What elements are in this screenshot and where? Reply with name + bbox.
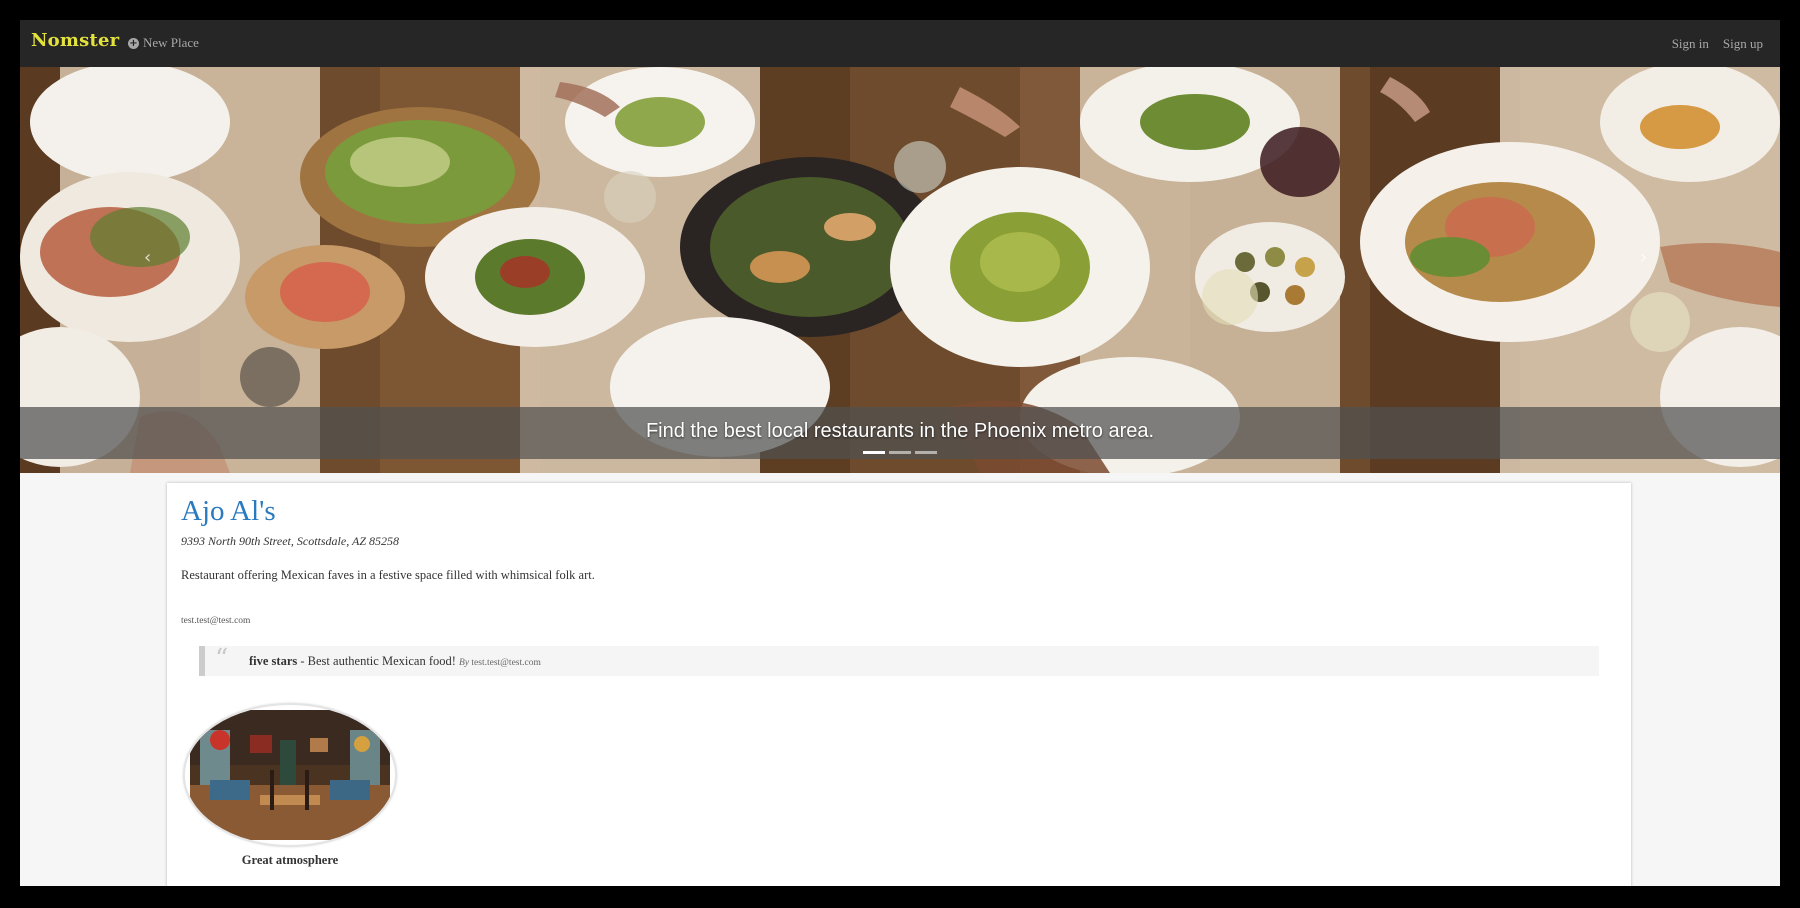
sign-up-link[interactable]: Sign up: [1723, 36, 1763, 52]
carousel-caption: Find the best local restaurants in the P…: [645, 420, 1155, 442]
new-place-link[interactable]: + New Place: [128, 35, 199, 51]
plus-circle-icon: +: [128, 37, 139, 49]
chevron-right-icon[interactable]: ›: [1640, 247, 1647, 268]
top-navbar: Nomster + New Place Sign in Sign up: [20, 20, 1780, 68]
place-name: Ajo Al's: [181, 495, 276, 527]
review-by-label: By: [459, 658, 470, 668]
quote-icon: “: [215, 644, 229, 674]
review-blockquote: “ five stars - Best authentic Mexican fo…: [199, 644, 1599, 676]
review-rating: five stars: [249, 654, 298, 668]
carousel-indicator-2[interactable]: [889, 451, 911, 454]
place-description: Restaurant offering Mexican faves in a f…: [181, 568, 595, 582]
auth-links: Sign in Sign up: [1672, 36, 1763, 52]
place-address: 9393 North 90th Street, Scottsdale, AZ 8…: [181, 534, 399, 548]
browser-viewport: Nomster + New Place Sign in Sign up ‹ › …: [20, 20, 1780, 886]
chevron-left-icon[interactable]: ‹: [144, 247, 151, 268]
photo-caption: Great atmosphere: [241, 853, 339, 867]
brand-logo[interactable]: Nomster: [31, 30, 119, 51]
review-separator: -: [297, 654, 308, 668]
review-author: test.test@test.com: [471, 658, 541, 668]
carousel-indicator-3[interactable]: [915, 451, 937, 454]
review-comment: Best authentic Mexican food!: [307, 654, 456, 668]
review-byline: By test.test@test.com: [459, 658, 541, 668]
place-owner-email: test.test@test.com: [181, 616, 251, 626]
carousel-indicator-1[interactable]: [863, 451, 885, 454]
place-card: Ajo Al's 9393 North 90th Street, Scottsd…: [167, 483, 1631, 886]
restaurant-interior-image: [190, 710, 390, 840]
sign-in-link[interactable]: Sign in: [1672, 36, 1709, 52]
hero-carousel[interactable]: ‹ › Find the best local restaurants in t…: [20, 67, 1780, 473]
carousel-indicators: [863, 451, 937, 454]
new-place-label: New Place: [143, 35, 199, 50]
place-photo[interactable]: [183, 703, 397, 847]
review-text: five stars - Best authentic Mexican food…: [249, 654, 541, 669]
